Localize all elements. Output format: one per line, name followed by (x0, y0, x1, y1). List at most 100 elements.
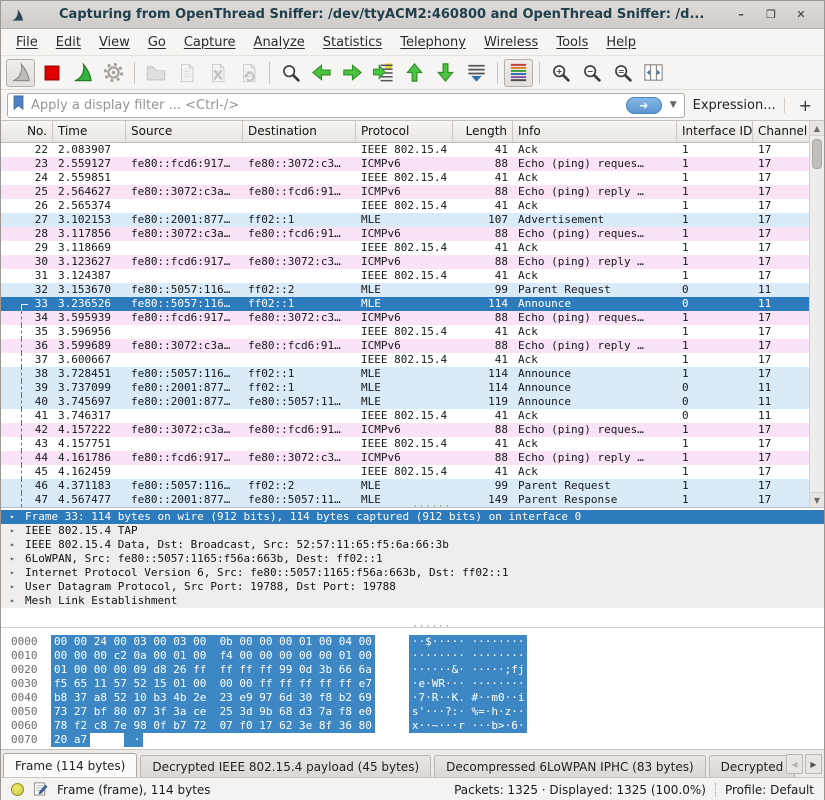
expand-arrow-icon[interactable]: ▸ (10, 538, 15, 552)
bookmark-icon[interactable] (12, 95, 26, 115)
column-header-info[interactable]: Info (513, 121, 677, 142)
minimize-button[interactable]: – (726, 8, 756, 21)
expand-arrow-icon[interactable]: ▸ (10, 566, 15, 580)
hex-bytes[interactable]: 73 27 bf 80 07 3f 3a ce 25 3d 9b 68 d3 7… (51, 705, 375, 719)
tab-scroll-left-icon[interactable]: ◀ (786, 754, 803, 774)
menu-telephony[interactable]: Telephony (391, 31, 475, 54)
hex-bytes[interactable]: 20 a7 (51, 733, 90, 747)
column-header-destination[interactable]: Destination (243, 121, 356, 142)
add-filter-button[interactable]: + (793, 96, 818, 115)
detail-line-4[interactable]: ▸Internet Protocol Version 6, Src: fe80:… (1, 566, 824, 580)
packet-row-33[interactable]: 333.236526fe80::5057:116…ff02::1MLE114An… (1, 297, 811, 311)
capture-comment-icon[interactable] (33, 781, 48, 799)
resize-columns-button[interactable] (639, 59, 668, 87)
display-filter-input[interactable] (31, 98, 621, 113)
go-first-button[interactable] (400, 59, 429, 87)
scroll-up-icon[interactable]: ▲ (810, 121, 824, 136)
capture-restart-button[interactable] (68, 59, 97, 87)
expand-arrow-icon[interactable]: ▸ (10, 594, 15, 608)
scroll-down-icon[interactable]: ▼ (810, 492, 824, 507)
expression-button[interactable]: Expression... (693, 98, 776, 113)
auto-scroll-button[interactable] (462, 59, 491, 87)
menu-edit[interactable]: Edit (47, 31, 90, 54)
packet-row-43[interactable]: 434.157751IEEE 802.15.441Ack117 (1, 437, 811, 451)
byte-tab-decrypted-ml[interactable]: Decrypted ML (709, 755, 795, 777)
packet-row-47[interactable]: 474.567477fe80::2001:877…fe80::5057:11…M… (1, 493, 811, 507)
go-last-button[interactable] (431, 59, 460, 87)
byte-tab-decompressed-6lowpan-iphc-83-bytes[interactable]: Decompressed 6LoWPAN IPHC (83 bytes) (434, 755, 706, 777)
capture-stop-button[interactable] (37, 59, 66, 87)
column-header-interface-id[interactable]: Interface ID (677, 121, 753, 142)
detail-line-2[interactable]: ▸IEEE 802.15.4 Data, Dst: Broadcast, Src… (1, 538, 824, 552)
detail-line-5[interactable]: ▸User Datagram Protocol, Src Port: 19788… (1, 580, 824, 594)
packet-row-32[interactable]: 323.153670fe80::5057:116…ff02::2MLE99Par… (1, 283, 811, 297)
detail-line-6[interactable]: ▸Mesh Link Establishment (1, 594, 824, 608)
hex-ascii[interactable]: ··$····· ········ (409, 635, 528, 649)
packet-row-30[interactable]: 303.123627fe80::fcd6:917…fe80::3072:c3…I… (1, 255, 811, 269)
packet-row-26[interactable]: 262.565374IEEE 802.15.441Ack117 (1, 199, 811, 213)
scrollbar-thumb[interactable] (812, 139, 822, 169)
capture-start-button[interactable] (6, 59, 35, 87)
detail-line-3[interactable]: ▸6LoWPAN, Src: fe80::5057:1165:f56a:663b… (1, 552, 824, 566)
packet-list-scrollbar[interactable]: ▲ ▼ (809, 121, 824, 507)
pane-splitter-handle[interactable]: ······ (413, 506, 443, 509)
column-header-time[interactable]: Time (53, 121, 126, 142)
colorize-button[interactable] (504, 59, 533, 87)
go-back-button[interactable] (307, 59, 336, 87)
menu-file[interactable]: File (7, 31, 47, 54)
packet-row-31[interactable]: 313.124387IEEE 802.15.441Ack117 (1, 269, 811, 283)
status-profile[interactable]: Profile: Default (725, 783, 814, 797)
detail-line-0[interactable]: ▸Frame 33: 114 bytes on wire (912 bits),… (1, 510, 824, 524)
go-forward-button[interactable] (338, 59, 367, 87)
packet-row-44[interactable]: 444.161786fe80::fcd6:917…fe80::3072:c3…I… (1, 451, 811, 465)
packet-row-25[interactable]: 252.564627fe80::3072:c3a…fe80::fcd6:91…I… (1, 185, 811, 199)
hex-ascii[interactable]: · (124, 733, 143, 747)
menu-view[interactable]: View (90, 31, 139, 54)
expert-info-icon[interactable] (11, 783, 24, 796)
column-header-protocol[interactable]: Protocol (356, 121, 453, 142)
hex-bytes[interactable]: b8 37 a8 52 10 b3 4b 2e 23 e9 97 6d 30 f… (51, 691, 375, 705)
menu-analyze[interactable]: Analyze (245, 31, 314, 54)
packet-row-39[interactable]: 393.737099fe80::2001:877…ff02::1MLE114An… (1, 381, 811, 395)
packet-row-28[interactable]: 283.117856fe80::3072:c3a…fe80::fcd6:91…I… (1, 227, 811, 241)
packet-row-42[interactable]: 424.157222fe80::3072:c3a…fe80::fcd6:91…I… (1, 423, 811, 437)
filter-dropdown-caret[interactable]: ▼ (667, 100, 680, 110)
hex-bytes[interactable]: 00 00 24 00 03 00 03 00 0b 00 00 00 01 0… (51, 635, 375, 649)
close-button[interactable]: ✕ (786, 8, 816, 21)
packet-row-27[interactable]: 273.102153fe80::2001:877…ff02::1MLE107Ad… (1, 213, 811, 227)
column-header-source[interactable]: Source (126, 121, 243, 142)
packet-row-23[interactable]: 232.559127fe80::fcd6:917…fe80::3072:c3…I… (1, 157, 811, 171)
menu-statistics[interactable]: Statistics (314, 31, 391, 54)
hex-bytes[interactable]: 01 00 00 00 09 d8 26 ff ff ff ff 99 0d 3… (51, 663, 375, 677)
byte-tab-decrypted-ieee-802-15-4-payload-45-bytes[interactable]: Decrypted IEEE 802.15.4 payload (45 byte… (140, 755, 431, 777)
column-header-channel[interactable]: Channel (753, 121, 811, 142)
display-filter-box[interactable]: ➜ ▼ (7, 93, 685, 118)
detail-line-1[interactable]: ▸IEEE 802.15.4 TAP (1, 524, 824, 538)
expand-arrow-icon[interactable]: ▸ (10, 552, 15, 566)
packet-row-46[interactable]: 464.371183fe80::5057:116…ff02::2MLE99Par… (1, 479, 811, 493)
hex-ascii[interactable]: s'···?:· %=·h·z·· (409, 705, 528, 719)
packet-row-37[interactable]: 373.600667IEEE 802.15.441Ack117 (1, 353, 811, 367)
tab-scroll-right-icon[interactable]: ▶ (805, 754, 822, 774)
hex-ascii[interactable]: ········ ········ (409, 649, 528, 663)
hex-ascii[interactable]: ······&· ·····;fj (409, 663, 528, 677)
hex-bytes[interactable]: 78 f2 c8 7e 98 0f b7 72 07 f0 17 62 3e 8… (51, 719, 375, 733)
expand-arrow-icon[interactable]: ▸ (10, 510, 15, 524)
zoom-in-button[interactable]: + (546, 59, 575, 87)
apply-filter-button[interactable]: ➜ (626, 97, 662, 114)
packet-row-34[interactable]: 343.595939fe80::fcd6:917…fe80::3072:c3…I… (1, 311, 811, 325)
menu-help[interactable]: Help (597, 31, 645, 54)
hex-bytes[interactable]: f5 65 11 57 52 15 01 00 00 00 ff ff ff f… (51, 677, 375, 691)
menu-wireless[interactable]: Wireless (475, 31, 547, 54)
column-header-length[interactable]: Length (453, 121, 513, 142)
pane-splitter-handle-2[interactable]: ······ (413, 626, 443, 629)
go-to-packet-button[interactable] (369, 59, 398, 87)
menu-capture[interactable]: Capture (175, 31, 245, 54)
find-packet-button[interactable] (276, 59, 305, 87)
packet-row-41[interactable]: 413.746317IEEE 802.15.441Ack011 (1, 409, 811, 423)
maximize-button[interactable]: ❐ (756, 8, 786, 21)
packet-row-45[interactable]: 454.162459IEEE 802.15.441Ack117 (1, 465, 811, 479)
hex-ascii[interactable]: x··~···r ···b>·6· (409, 719, 528, 733)
hex-ascii[interactable]: ·e·WR··· ········ (409, 677, 528, 691)
packet-row-29[interactable]: 293.118669IEEE 802.15.441Ack117 (1, 241, 811, 255)
